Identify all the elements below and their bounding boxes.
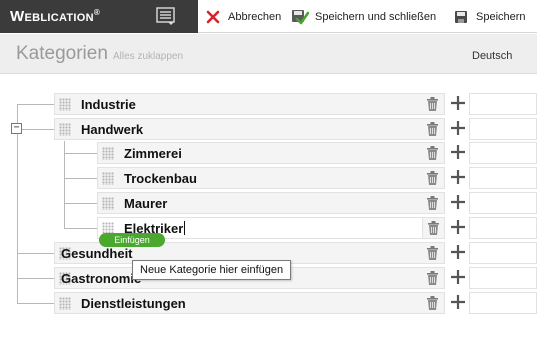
tree-connector xyxy=(64,153,97,154)
category-label: Zimmerei xyxy=(124,146,182,161)
drag-grip-icon[interactable] xyxy=(102,197,114,210)
plus-icon[interactable] xyxy=(450,194,466,215)
category-value-field[interactable] xyxy=(469,192,537,214)
plus-icon[interactable] xyxy=(450,169,466,190)
trash-icon[interactable] xyxy=(428,221,439,240)
category-label: Industrie xyxy=(81,97,136,112)
category-value-field[interactable] xyxy=(469,292,537,314)
category-row[interactable]: Handwerk xyxy=(54,118,465,141)
trash-icon[interactable] xyxy=(427,122,438,141)
category-label: Handwerk xyxy=(81,122,144,137)
trash-icon[interactable] xyxy=(427,271,438,290)
collapse-toggle[interactable]: − xyxy=(11,123,22,134)
plus-icon[interactable] xyxy=(450,95,466,116)
drag-grip-icon[interactable] xyxy=(59,297,71,310)
category-row[interactable]: Zimmerei xyxy=(97,142,465,165)
category-label: Maurer xyxy=(124,196,168,211)
plus-icon[interactable] xyxy=(450,269,466,290)
category-value-field[interactable] xyxy=(469,93,537,115)
category-value-field[interactable] xyxy=(469,118,537,140)
plus-icon[interactable] xyxy=(450,144,466,165)
tree-connector xyxy=(17,303,54,304)
trash-icon[interactable] xyxy=(427,171,438,190)
category-label: Gesundheit xyxy=(61,246,133,261)
tree-connector xyxy=(64,178,97,179)
drag-grip-icon[interactable] xyxy=(102,147,114,160)
plus-icon[interactable] xyxy=(450,219,466,240)
category-label: Trockenbau xyxy=(124,171,197,186)
category-value-field[interactable] xyxy=(469,142,537,164)
category-row[interactable]: Maurer xyxy=(97,192,465,215)
tree-connector xyxy=(64,203,97,204)
insert-button[interactable]: Einfügen xyxy=(99,233,165,247)
drag-grip-icon[interactable] xyxy=(102,172,114,185)
category-row-actions xyxy=(423,217,465,240)
tree-connector xyxy=(17,278,54,279)
category-value-field[interactable] xyxy=(469,167,537,189)
category-row[interactable]: Industrie xyxy=(54,93,465,116)
trash-icon[interactable] xyxy=(427,196,438,215)
category-row[interactable]: Trockenbau xyxy=(97,167,465,190)
drag-grip-icon[interactable] xyxy=(59,98,71,111)
insert-tooltip: Neue Kategorie hier einfügen xyxy=(132,260,292,280)
category-value-field[interactable] xyxy=(469,267,537,289)
drag-grip-icon[interactable] xyxy=(59,123,71,136)
category-label: Dienstleistungen xyxy=(81,296,186,311)
trash-icon[interactable] xyxy=(427,246,438,265)
plus-icon[interactable] xyxy=(450,244,466,265)
plus-icon[interactable] xyxy=(450,120,466,141)
tree-connector xyxy=(17,104,54,105)
tree-connector xyxy=(22,129,54,130)
trash-icon[interactable] xyxy=(427,146,438,165)
category-label: Gastronomie xyxy=(61,271,142,286)
tree-connector xyxy=(17,253,54,254)
category-value-field[interactable] xyxy=(469,242,537,264)
tree-connector xyxy=(64,141,65,228)
category-value-field[interactable] xyxy=(469,217,537,239)
trash-icon[interactable] xyxy=(427,97,438,116)
category-tree: − Industrie Handwerk Zimmerei Trockenbau… xyxy=(0,0,537,339)
plus-icon[interactable] xyxy=(450,294,466,315)
trash-icon[interactable] xyxy=(427,296,438,315)
tree-connector xyxy=(64,228,97,229)
category-row[interactable]: Dienstleistungen xyxy=(54,292,465,315)
